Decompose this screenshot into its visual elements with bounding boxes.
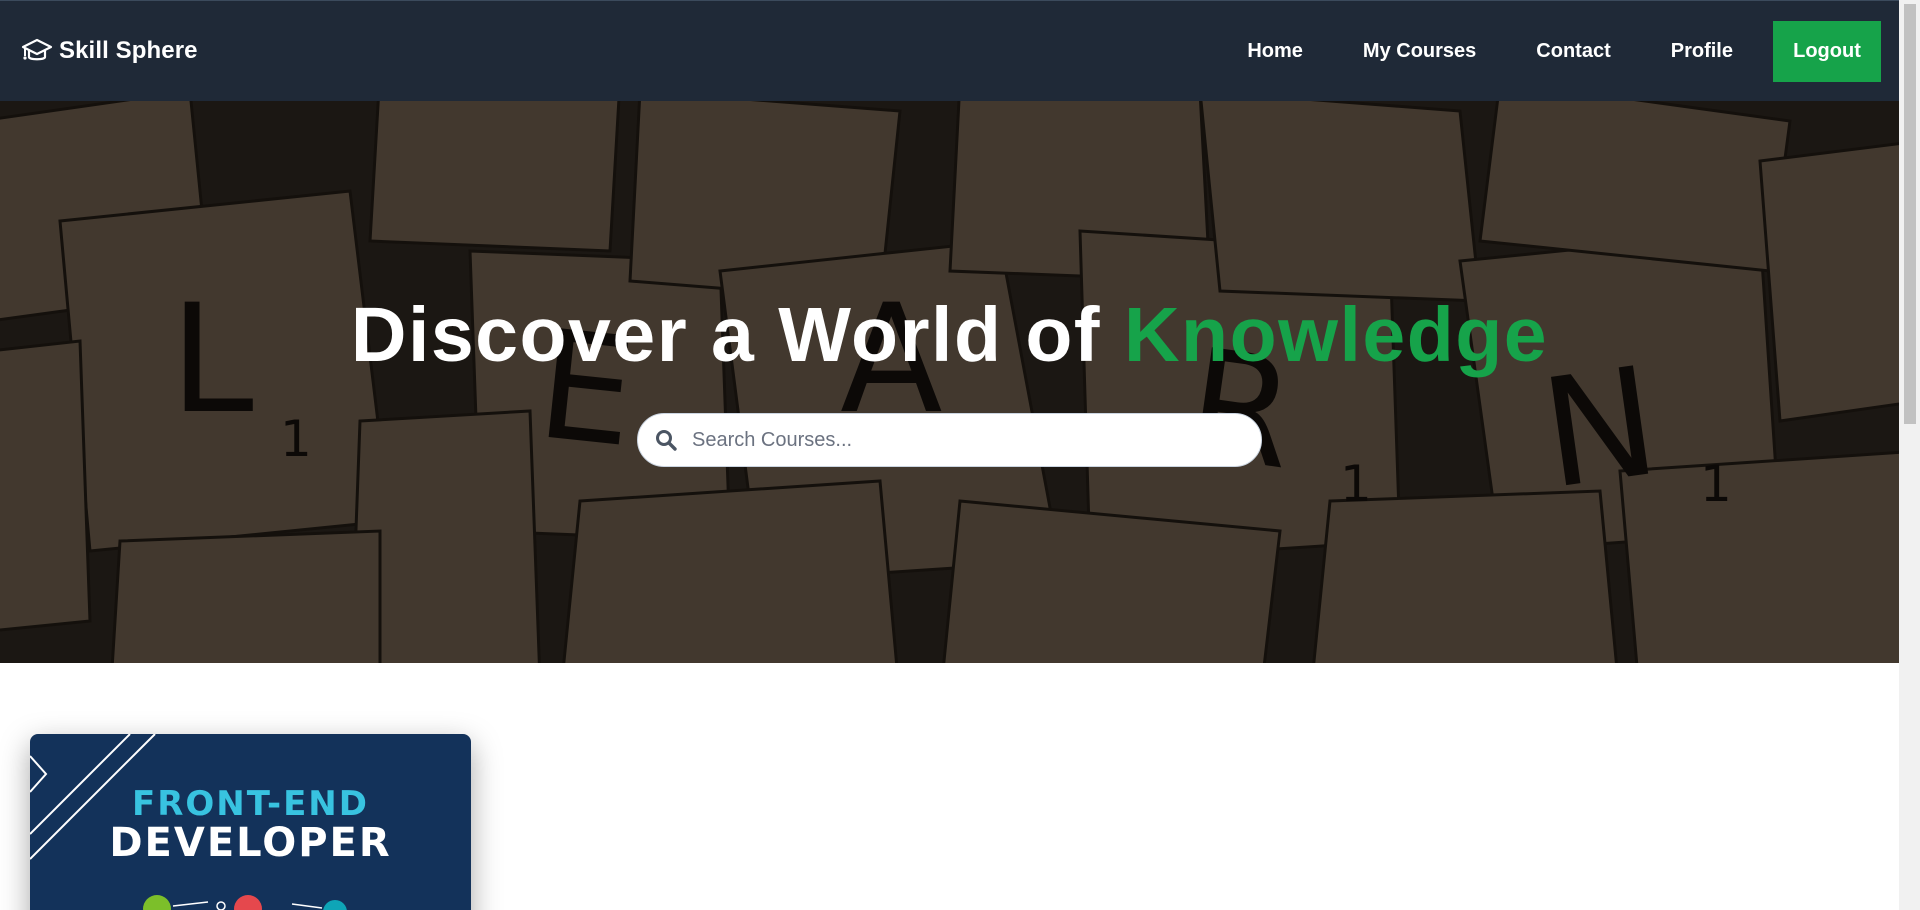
nav-contact-link[interactable]: Contact — [1506, 40, 1640, 63]
nav-my-courses-link[interactable]: My Courses — [1333, 40, 1506, 63]
card-title-bottom: DEVELOPER — [109, 820, 392, 866]
hero-section: L 1 E A R 1 N 1 Discover a World of Know… — [0, 101, 1899, 663]
hero-overlay — [0, 101, 1899, 663]
course-search-box[interactable] — [637, 413, 1262, 467]
logout-button[interactable]: Logout — [1773, 20, 1881, 82]
search-icon — [654, 427, 680, 453]
course-card-front-end-developer[interactable]: FRONT-END DEVELOPER — [30, 734, 471, 910]
page-scrollbar-thumb[interactable] — [1904, 4, 1916, 424]
nav-profile-link[interactable]: Profile — [1641, 40, 1763, 63]
brand-logo[interactable]: Skill Sphere — [21, 35, 198, 67]
card-title-top: FRONT-END — [132, 784, 369, 824]
nav-home-link[interactable]: Home — [1217, 40, 1333, 63]
hero-title-main: Discover a World of — [350, 292, 1124, 378]
search-input[interactable] — [692, 428, 1232, 452]
brand-name: Skill Sphere — [59, 37, 198, 64]
hero-title-accent: Knowledge — [1123, 292, 1549, 378]
top-navbar: Skill Sphere Home My Courses Contact Pro… — [0, 0, 1899, 101]
graduation-cap-icon — [21, 35, 53, 67]
hero-title: Discover a World of Knowledge — [0, 291, 1899, 380]
main-nav: Home My Courses Contact Profile Logout — [1217, 20, 1881, 82]
